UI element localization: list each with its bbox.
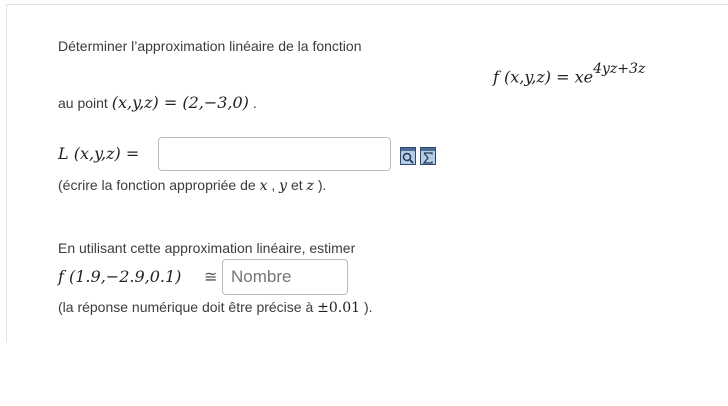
function-exponent: 4yz+3z: [593, 61, 646, 77]
hint-var-x: x: [259, 178, 268, 194]
precision-prefix: (la réponse numérique doit être précise …: [58, 299, 314, 315]
L-label: L (x,y,z) =: [58, 144, 140, 163]
equation-editor-button[interactable]: [420, 147, 436, 165]
hint-et: et: [290, 177, 303, 193]
hint-comma: ,: [271, 177, 276, 193]
estimate-math: f (1.9,−2.9,0.1): [58, 267, 182, 286]
function-definition: f (x,y,z) = xe4yz+3z: [493, 61, 646, 87]
frame-left-border: [6, 4, 7, 342]
point-math: (x,y,z) = (2,−3,0): [111, 93, 249, 112]
hint-var-z: z: [306, 178, 314, 194]
estimate-text: En utilisant cette approximation linéair…: [58, 240, 356, 256]
question-intro: Déterminer l’approximation linéaire de l…: [58, 38, 362, 54]
approx-symbol: ≅: [204, 269, 218, 286]
sigma-icon: [421, 148, 435, 164]
point-prefix: au point: [58, 95, 108, 111]
precision-suffix: ).: [363, 299, 373, 315]
magnifier-icon: [401, 148, 415, 164]
point-line: au point (x,y,z) = (2,−3,0) .: [58, 94, 257, 112]
frame-top-border: [6, 4, 728, 5]
hint-suffix: ).: [317, 177, 327, 193]
number-input[interactable]: [222, 259, 348, 295]
precision-line: (la réponse numérique doit être précise …: [58, 298, 373, 317]
linear-approx-input[interactable]: [158, 137, 391, 171]
hint-line: (écrire la fonction appropriée de x , y …: [58, 176, 326, 195]
hint-var-y: y: [279, 178, 288, 194]
preview-button[interactable]: [400, 147, 416, 165]
precision-value: ±0.01: [317, 300, 361, 316]
function-body: f (x,y,z) = xe: [493, 67, 594, 87]
point-suffix: .: [252, 95, 257, 111]
hint-prefix: (écrire la fonction appropriée de: [58, 177, 256, 193]
